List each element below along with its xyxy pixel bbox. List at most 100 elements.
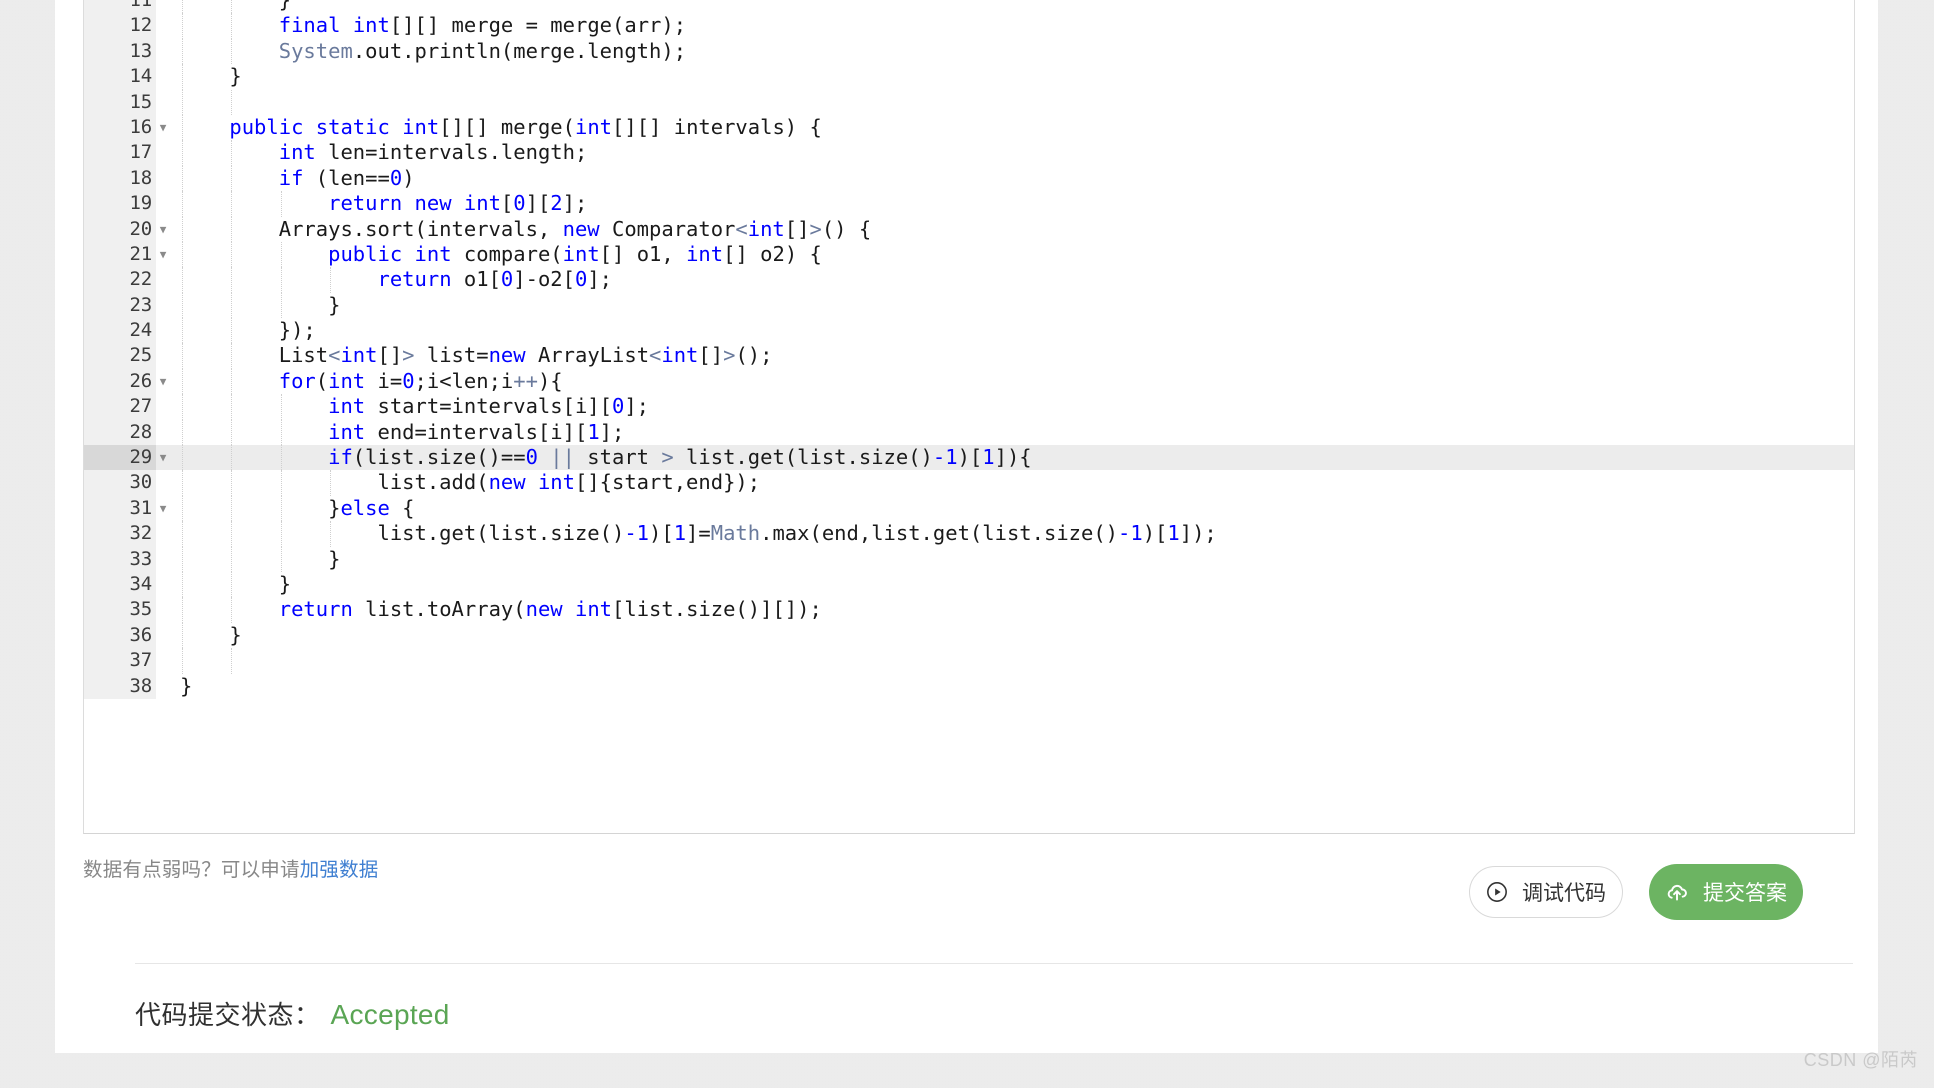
code-line-text: }	[180, 64, 1854, 90]
code-token: 0	[611, 394, 625, 419]
code-token: int	[340, 343, 378, 368]
code-line[interactable]: 35 return list.toArray(new int[list.size…	[84, 597, 1854, 623]
code-line[interactable]: 25 List<int[]> list=new ArrayList<int[]>…	[84, 343, 1854, 369]
code-line[interactable]: 27 int start=intervals[i][0];	[84, 394, 1854, 420]
line-number: 19	[84, 191, 156, 217]
indent-guide	[231, 216, 233, 242]
fold-arrow-icon[interactable]: ▼	[156, 369, 170, 394]
fold-arrow-icon[interactable]: ▼	[156, 445, 170, 470]
code-line-text: List<int[]> list=new ArrayList<int[]>();	[180, 343, 1854, 369]
code-line[interactable]: 34 }	[84, 571, 1854, 598]
code-line[interactable]: 11 }	[84, 0, 1854, 14]
code-line[interactable]: 18 if (len==0)	[84, 165, 1854, 192]
line-number: 28	[84, 419, 156, 446]
code-line[interactable]: 15	[84, 89, 1854, 115]
submission-status-label: 代码提交状态：	[135, 1000, 321, 1030]
code-token: else	[340, 495, 390, 520]
line-number: 15	[84, 89, 156, 115]
weak-data-hint-text: 数据有点弱吗？可以申请	[83, 859, 300, 881]
code-line[interactable]: 20 ▼ Arrays.sort(intervals, new Comparato…	[84, 216, 1854, 242]
code-line[interactable]: 30 list.add(new int[]{start,end});	[84, 470, 1854, 496]
code-line[interactable]: 22 return o1[0]-o2[0];	[84, 267, 1854, 293]
code-line[interactable]: 19 return new int[0][2];	[84, 191, 1854, 217]
code-token: 0	[525, 445, 538, 470]
code-line[interactable]: 16 ▼ public static int[][] merge(int[][] …	[84, 114, 1854, 141]
code-token: ][	[525, 191, 551, 216]
code-lines-container[interactable]: 11 } 12 final int[][] merge = merge(arr);…	[84, 0, 1854, 699]
indent-guide	[182, 13, 184, 39]
indent-guide	[280, 267, 283, 293]
code-token: new	[488, 343, 526, 368]
indent-guide	[231, 191, 233, 217]
code-line[interactable]: 24 });	[84, 318, 1854, 344]
code-line[interactable]: 17 int len=intervals.length;	[84, 140, 1854, 166]
code-token: 0	[513, 191, 526, 216]
code-token: ]);	[1179, 521, 1217, 546]
code-token: [	[500, 191, 514, 216]
code-line-text: int start=intervals[i][0];	[180, 394, 1854, 420]
line-number: 31 ▼	[84, 495, 166, 522]
code-token: 0	[574, 267, 588, 292]
indent-guide	[280, 445, 283, 471]
code-token: static	[315, 114, 390, 139]
code-line[interactable]: 32 list.get(list.size()-1)[1]=Math.max(e…	[84, 521, 1854, 547]
code-line[interactable]: 28 int end=intervals[i][1];	[84, 419, 1854, 446]
indent-guide	[182, 571, 184, 598]
code-line[interactable]: 31 ▼ }else {	[84, 495, 1854, 522]
code-token: end=intervals[i][	[365, 419, 588, 444]
code-line-text: final int[][] merge = merge(arr);	[180, 13, 1854, 39]
code-line[interactable]: 14 }	[84, 64, 1854, 90]
code-token: >	[723, 343, 736, 368]
code-token: ArrayList	[525, 343, 650, 368]
code-token: start=intervals[i][	[365, 394, 612, 419]
submit-answer-button[interactable]: 提交答案	[1649, 864, 1803, 920]
fold-arrow-icon[interactable]: ▼	[156, 496, 170, 521]
code-line[interactable]: 23 }	[84, 292, 1854, 319]
code-line-text: }	[180, 571, 1854, 598]
code-token: int	[278, 140, 316, 165]
fold-arrow-icon[interactable]: ▼	[156, 115, 170, 140]
debug-code-button[interactable]: 调试代码	[1469, 866, 1623, 918]
line-number: 32	[84, 521, 156, 547]
line-number: 29 ▼	[84, 445, 166, 471]
code-token: ){	[537, 368, 563, 393]
code-line[interactable]: 29 ▼ if(list.size()==0 || start > list.ge…	[84, 445, 1854, 471]
indent-guide	[231, 89, 233, 115]
fold-arrow-icon[interactable]: ▼	[156, 242, 170, 267]
code-line[interactable]: 33 }	[84, 546, 1854, 572]
code-editor[interactable]: 11 } 12 final int[][] merge = merge(arr);…	[83, 0, 1855, 834]
indent-guide	[280, 191, 283, 217]
gutter-spacer	[156, 674, 180, 699]
code-line[interactable]: 12 final int[][] merge = merge(arr);	[84, 13, 1854, 39]
code-line[interactable]: 36 }	[84, 622, 1854, 649]
line-number: 21 ▼	[84, 241, 166, 268]
line-number: 25	[84, 343, 156, 369]
fold-arrow-icon[interactable]: ▼	[156, 217, 170, 242]
code-token: Math	[710, 521, 761, 546]
indent-guide	[280, 546, 283, 572]
code-line-text: Arrays.sort(intervals, new Comparator<in…	[180, 216, 1854, 242]
code-line[interactable]: 26 ▼ for(int i=0;i<len;i++){	[84, 368, 1854, 395]
code-token: .max(end,list.get(list.size()	[760, 521, 1119, 546]
code-token: public	[229, 114, 304, 139]
code-line[interactable]: 37	[84, 648, 1854, 674]
code-line[interactable]: 38}	[84, 673, 1854, 699]
indent-guide	[231, 368, 233, 395]
code-token: .out.println(merge.length);	[352, 38, 687, 63]
code-line[interactable]: 13 System.out.println(merge.length);	[84, 38, 1854, 65]
code-token: merge(arr);	[537, 13, 687, 38]
code-line-text: public int compare(int[] o1, int[] o2) {	[180, 241, 1854, 268]
code-line[interactable]: 21 ▼ public int compare(int[] o1, int[] o…	[84, 241, 1854, 268]
gutter-spacer	[156, 39, 180, 64]
request-stronger-data-link[interactable]: 加强数据	[300, 859, 379, 881]
code-token: }	[180, 622, 242, 647]
